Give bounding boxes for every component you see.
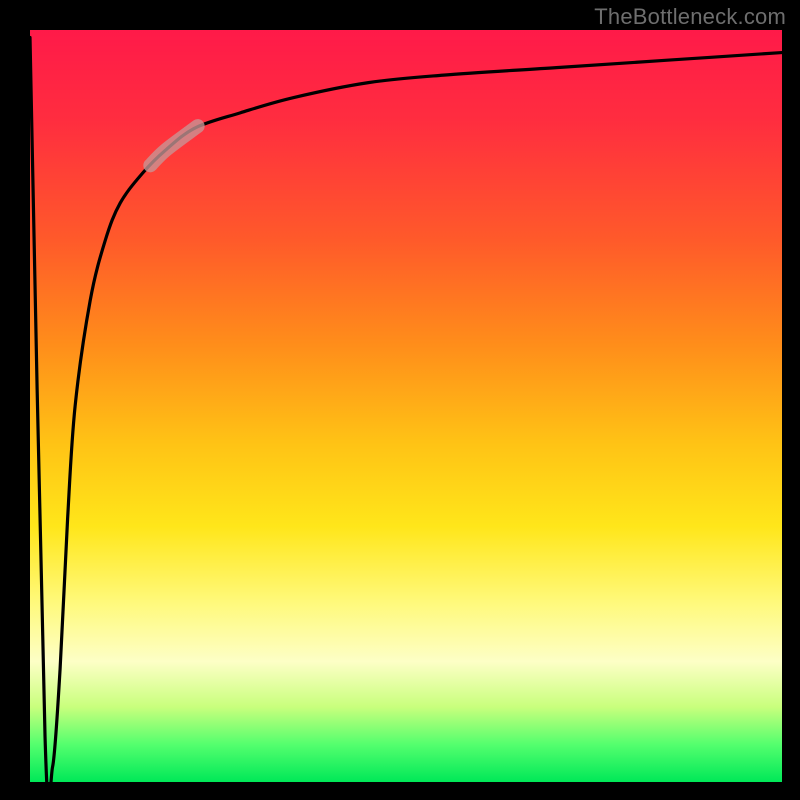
plot-area <box>30 30 782 782</box>
curve-highlight <box>150 126 197 165</box>
curve-layer <box>30 30 782 782</box>
bottleneck-curve-path <box>30 38 782 800</box>
watermark-text: TheBottleneck.com <box>594 4 786 30</box>
chart-frame: TheBottleneck.com <box>0 0 800 800</box>
